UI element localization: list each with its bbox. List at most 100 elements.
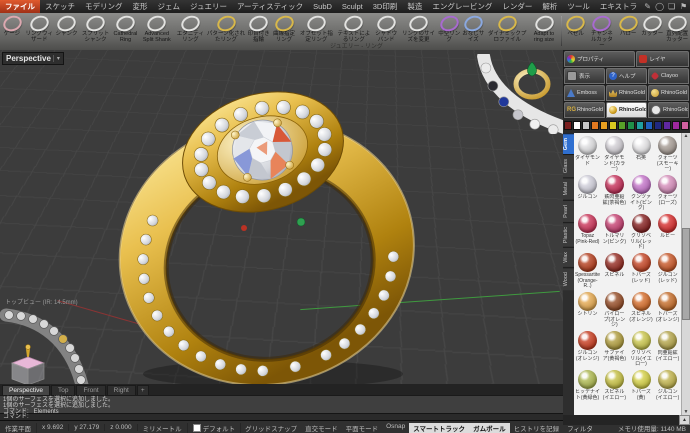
tab-rhinogold-compass[interactable]: RhinoGold <box>648 102 689 118</box>
ribbon-tool-button[interactable]: リングウィザード <box>24 14 55 44</box>
color-swatch[interactable] <box>663 121 671 130</box>
material-category-tab[interactable]: Plastic <box>563 222 574 247</box>
gem-material-item[interactable]: Spessartite (Orange-R..) <box>574 252 601 291</box>
pushpin-icon[interactable]: ⚑ <box>678 1 689 12</box>
gem-material-item[interactable]: パイロープ(オレンジ) <box>601 291 628 330</box>
status-toggle[interactable]: 直交モード <box>301 423 342 433</box>
menu-item[interactable]: エキストラ <box>595 0 642 13</box>
ribbon-tool-button[interactable]: おなじサイズ <box>461 14 485 44</box>
menu-item[interactable]: レンダー <box>497 0 537 13</box>
menu-item[interactable]: アーティスティック <box>232 0 308 13</box>
ribbon-tool-button[interactable]: カッター <box>640 14 664 49</box>
scrollbar-thumb[interactable] <box>682 228 690 320</box>
color-swatch[interactable] <box>564 121 572 130</box>
menu-item[interactable]: 製造 <box>402 0 427 13</box>
tab-rhinogold-coin[interactable]: RhinoGold <box>648 85 689 101</box>
panel-scrollbar[interactable]: ▲ ▼ <box>681 133 690 415</box>
tab-display[interactable]: 表示 <box>564 68 605 84</box>
ellipse-icon[interactable]: ◯ <box>654 1 665 12</box>
color-swatch[interactable] <box>582 121 590 130</box>
gem-material-item[interactable]: シトリン <box>574 291 601 330</box>
gem-material-item[interactable]: ルビー <box>654 213 681 252</box>
menu-item[interactable]: ファイル <box>0 0 40 13</box>
tab-help[interactable]: ? ヘルプ <box>606 68 647 84</box>
menu-item[interactable]: スケッチ <box>40 0 80 13</box>
color-swatch[interactable] <box>627 121 635 130</box>
viewport-tab[interactable]: Right <box>107 385 136 395</box>
panel-scroll-corner-icon[interactable]: ▲ <box>679 415 690 425</box>
gem-material-item[interactable]: クンツァイト(ピンク) <box>628 174 655 213</box>
color-swatch[interactable] <box>654 121 662 130</box>
viewport-title[interactable]: Perspective ▾ <box>2 52 64 65</box>
color-swatch[interactable] <box>618 121 626 130</box>
gem-material-item[interactable]: サファイア(黄褐色) <box>601 330 628 369</box>
viewport-tab[interactable]: Top <box>51 385 75 395</box>
ribbon-tool-button[interactable]: 直列配置カッター <box>664 14 690 49</box>
gem-material-item[interactable]: トパーズ(レッド) <box>628 252 655 291</box>
command-prompt-input[interactable]: コマンド: <box>0 413 563 420</box>
ribbon-tool-button[interactable]: ゲージ <box>0 14 24 44</box>
pencil-icon[interactable]: ✎ <box>642 1 653 12</box>
gem-material-item[interactable]: Topaz (Pink-Red) <box>574 213 601 252</box>
task-arc-widget[interactable] <box>0 305 95 384</box>
ribbon-tool-button[interactable]: シャドウバンド <box>373 14 400 44</box>
gem-material-item[interactable]: ジルコン(レッド) <box>654 252 681 291</box>
color-swatch[interactable] <box>573 121 581 130</box>
tab-emboss[interactable]: Emboss <box>564 85 605 101</box>
tab-rhinogold-materials[interactable]: RhinoGold <box>606 102 647 118</box>
ribbon-tool-button[interactable]: オフセット指定リング <box>298 14 336 44</box>
status-toggle[interactable]: 平面モード <box>342 423 383 433</box>
material-category-tab[interactable]: Pearl <box>563 200 574 222</box>
gem-material-item[interactable]: スピネル(オレンジ) <box>628 291 655 330</box>
ribbon-tool-button[interactable]: エタニティリング <box>175 14 205 44</box>
ribbon-tool-button[interactable]: 中空リング <box>437 14 461 44</box>
menu-item[interactable]: Sculpt <box>337 0 368 13</box>
gem-material-item[interactable]: ヒッデナイト(黄緑色) <box>574 369 601 408</box>
viewport-tab[interactable]: Front <box>76 385 105 395</box>
color-swatch[interactable] <box>672 121 680 130</box>
menu-item[interactable]: ジェム <box>153 0 186 13</box>
cplane-button[interactable]: 作業平面 <box>0 423 37 433</box>
gem-material-item[interactable]: ダイヤモンド <box>574 135 601 174</box>
scroll-up-icon[interactable]: ▲ <box>684 133 689 139</box>
color-swatch[interactable] <box>636 121 644 130</box>
gem-selector-arc[interactable] <box>468 54 563 134</box>
gem-material-item[interactable]: ジルコン(イエロー) <box>654 369 681 408</box>
tab-rhinogold-rg[interactable]: RG RhinoGold <box>564 102 605 118</box>
gem-material-item[interactable]: トパーズ(オレンジ) <box>654 291 681 330</box>
gem-material-item[interactable]: スピネル <box>601 252 628 291</box>
color-swatch[interactable] <box>681 121 689 130</box>
material-category-tab[interactable]: Metal <box>563 177 574 199</box>
gem-material-item[interactable]: トパーズ(黄) <box>628 369 655 408</box>
ribbon-tool-button[interactable]: シャンク <box>55 14 79 44</box>
menu-item[interactable]: エングレービング <box>427 0 497 13</box>
menu-item[interactable]: 変形 <box>128 0 153 13</box>
material-category-tab[interactable]: Glass <box>563 154 574 177</box>
gem-material-item[interactable]: クリソベリル(イエロー) <box>628 330 655 369</box>
ribbon-tool-button[interactable]: Advanced Split Shank <box>138 14 175 44</box>
tab-properties[interactable]: プロパティ <box>564 51 635 67</box>
gem-material-item[interactable]: 鉄閃亜鉛鉱(茶褐色) <box>601 174 628 213</box>
tab-rhinogold-crown[interactable]: RhinoGold <box>606 85 647 101</box>
color-swatch[interactable] <box>591 121 599 130</box>
ribbon-tool-button[interactable]: テキストによるリング <box>335 14 372 44</box>
status-toggle[interactable]: グリッドスナップ <box>241 423 301 433</box>
color-swatch[interactable] <box>609 121 617 130</box>
status-toggle[interactable]: ガムボール <box>469 423 510 433</box>
ribbon-tool-button[interactable]: スプリットシャンク <box>79 14 113 44</box>
chevron-down-icon[interactable]: ▾ <box>53 55 60 62</box>
status-toggle[interactable]: スマートトラック <box>409 423 469 433</box>
color-swatch[interactable] <box>600 121 608 130</box>
tab-layers[interactable]: レイヤ <box>636 51 689 67</box>
layer-field[interactable]: デフォルト <box>188 423 242 433</box>
ribbon-tool-button[interactable]: チャンネルカッター <box>588 14 617 49</box>
gem-material-item[interactable]: クォーツ(ローズ) <box>654 174 681 213</box>
ribbon-tool-button[interactable]: Cathedral Ring <box>113 14 139 44</box>
gem-material-item[interactable]: ジルコン(オレンジ) <box>574 330 601 369</box>
gem-material-item[interactable]: ジルコン <box>574 174 601 213</box>
color-swatch[interactable] <box>645 121 653 130</box>
status-toggle[interactable]: ヒストリを記録 <box>510 423 564 433</box>
ribbon-tool-button[interactable]: 印台付き指輪 <box>247 14 271 44</box>
ribbon-tool-button[interactable]: 曲線指定リング <box>271 14 298 44</box>
gem-material-item[interactable]: トルマリン(ピンク) <box>601 213 628 252</box>
